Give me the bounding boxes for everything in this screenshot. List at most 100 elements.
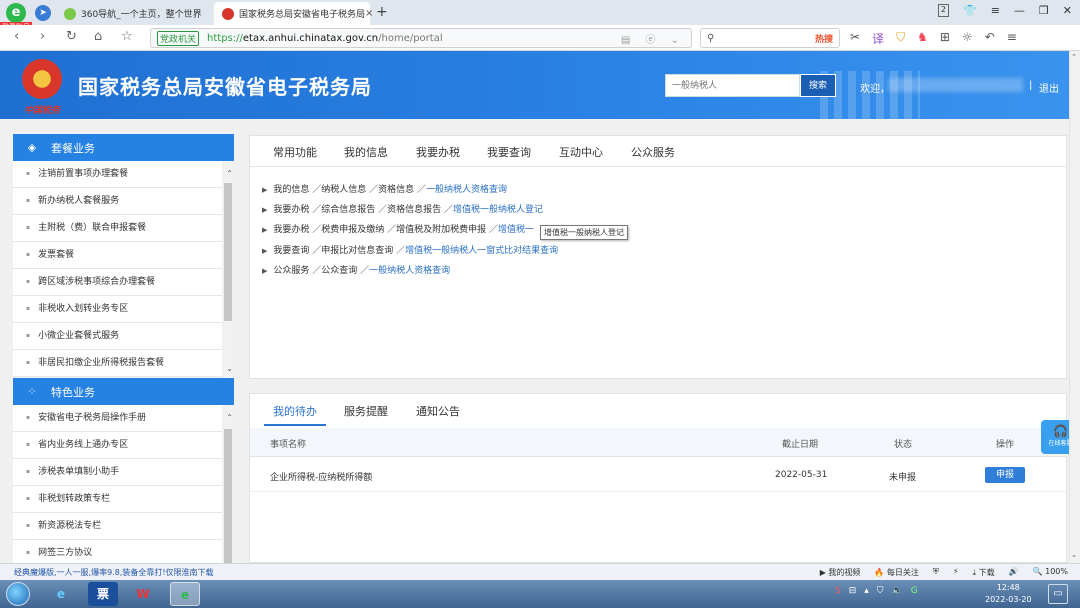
game-icon[interactable]: ♞ (917, 30, 928, 47)
news-ticker[interactable]: 经典魔爆版,一人一服,爆率9.8,装备全靠打!仅限淮南下载 (14, 567, 214, 578)
sidebar-item[interactable]: 安徽省电子税务局操作手册 (13, 405, 222, 432)
download-link[interactable]: ⤓ 下载 (973, 567, 995, 578)
shield-icon[interactable]: ⛉ (896, 30, 905, 47)
sidebar-item[interactable]: 省内业务线上通办专区 (13, 432, 222, 459)
tray-arrow-icon[interactable]: ▴ (864, 586, 869, 596)
sidebar-item[interactable]: 注销前置事项办理套餐 (13, 161, 222, 188)
sidebar-scrollbar[interactable]: ⌃ (222, 405, 234, 563)
shortcut-row: ▶ 我要办税 ／综合信息报告 ／资格信息报告 ／增值税一般纳税人登记 (262, 202, 543, 215)
close-window-icon[interactable]: ✕ (1063, 4, 1072, 17)
shortcut-link[interactable]: 一般纳税人资格查询 (369, 266, 450, 276)
shirt-icon[interactable]: 👕 (963, 4, 977, 17)
scrollbar-thumb[interactable] (224, 183, 232, 321)
address-bar[interactable]: 党政机关 https:// etax.anhui.chinatax.gov.cn… (150, 28, 692, 48)
sidebar-header-features[interactable]: ⁘ 特色业务 (13, 378, 234, 405)
sound-icon[interactable]: 🔊 (1009, 567, 1019, 578)
declare-button[interactable]: 申报 (985, 467, 1025, 483)
apps-grid-icon[interactable]: ⊞ (940, 30, 950, 47)
scroll-up-icon[interactable]: ⌃ (226, 413, 233, 422)
shield-status-icon[interactable]: ⛨ (933, 567, 939, 578)
scroll-up-icon[interactable]: ⌃ (1071, 53, 1077, 61)
tab-interaction[interactable]: 互动中心 (559, 144, 603, 160)
sidebar-scrollbar[interactable]: ⌃ ⌄ (222, 161, 234, 377)
my-videos-link[interactable]: ▶ 我的视频 (820, 567, 861, 578)
tab-360-navigation[interactable]: 360导航_一个主页，整个世界 (56, 2, 214, 25)
sidebar-item[interactable]: 非税收入划转业务专区 (13, 296, 222, 323)
tray-network-icon[interactable]: ⊟ (849, 586, 857, 596)
tab-query[interactable]: 我要查询 (487, 144, 531, 160)
restore-icon[interactable]: ❐ (1039, 4, 1049, 17)
sidebar-item[interactable]: 新资源税法专栏 (13, 513, 222, 540)
zoom-level[interactable]: 🔍 100% (1033, 567, 1068, 578)
shortcut-row: ▶ 我的信息 ／纳税人信息 ／资格信息 ／一般纳税人资格查询 (262, 182, 507, 195)
back-icon[interactable]: ‹ (14, 29, 19, 44)
sidebar-item[interactable]: 网签三方协议 (13, 540, 222, 563)
scroll-down-icon[interactable]: ⌄ (226, 364, 233, 373)
sidebar-item[interactable]: 主附税（费）联合申报套餐 (13, 215, 222, 242)
gov-badge: 党政机关 (157, 30, 200, 46)
notification-icon[interactable]: ▭ (1048, 584, 1068, 604)
tab-service-reminder[interactable]: 服务提醒 (344, 403, 388, 419)
home-icon[interactable]: ⌂ (94, 29, 102, 44)
tray-volume-icon[interactable]: 🔈 (892, 586, 903, 596)
sidebar-item[interactable]: 小微企业套餐式服务 (13, 323, 222, 350)
page-count-badge[interactable]: 2 (937, 4, 949, 17)
sidebar-item[interactable]: 非居民扣缴企业所得税报告套餐 (13, 350, 222, 377)
scissors-icon[interactable]: ✂ (850, 30, 860, 47)
hot-search-label[interactable]: 热搜 (815, 32, 833, 45)
browser-search-box[interactable]: ⚲ 热搜 (700, 28, 840, 48)
360-browser-taskbar-icon[interactable]: e (170, 582, 200, 606)
site-search-button[interactable]: 搜索 (800, 74, 836, 97)
page-scrollbar[interactable]: ⌃ ⌄ (1069, 51, 1080, 561)
tray-security-icon[interactable]: ⛉ (877, 586, 884, 596)
tab-anhui-etax[interactable]: 国家税务总局安徽省电子税务局 × (214, 2, 373, 25)
forward-icon[interactable]: › (40, 29, 45, 44)
ie-taskbar-icon[interactable]: e (46, 582, 76, 606)
translate-icon[interactable]: 译 (872, 30, 884, 47)
menu-icon[interactable]: ≡ (991, 4, 1000, 17)
tab-my-todo[interactable]: 我的待办 (273, 403, 317, 419)
scroll-down-icon[interactable]: ⌄ (1071, 551, 1077, 559)
sidebar-item[interactable]: 跨区域涉税事项综合办理套餐 (13, 269, 222, 296)
navigation-icon[interactable]: ➤ (35, 5, 51, 21)
tab-my-info[interactable]: 我的信息 (344, 144, 388, 160)
tab-tax-handling[interactable]: 我要办税 (416, 144, 460, 160)
sidebar-item[interactable]: 发票套餐 (13, 242, 222, 269)
360-favicon-icon (64, 7, 76, 20)
tab-close-icon[interactable]: × (365, 8, 373, 19)
bookmark-star-icon[interactable]: ☆ (121, 29, 133, 44)
logout-link[interactable]: 退出 (1039, 80, 1059, 95)
sidebar-item[interactable]: 涉税表单填制小助手 (13, 459, 222, 486)
undo-icon[interactable]: ↶ (985, 30, 995, 47)
minimize-icon[interactable]: — (1014, 4, 1025, 17)
sidebar-item[interactable]: 非税划转政策专栏 (13, 486, 222, 513)
sidebar-item[interactable]: 新办纳税人套餐服务 (13, 188, 222, 215)
site-search-input[interactable] (665, 74, 800, 97)
speed-icon[interactable]: ⚡ (953, 567, 959, 578)
scrollbar-thumb[interactable] (224, 429, 232, 563)
caret-right-icon: ▶ (262, 186, 268, 194)
shortcut-link[interactable]: 一般纳税人资格查询 (426, 185, 507, 195)
shortcut-link[interactable]: 增值税一般纳税人一窗式比对结果查询 (405, 246, 558, 256)
tab-common-functions[interactable]: 常用功能 (273, 144, 317, 160)
new-tab-button[interactable]: + (376, 4, 388, 20)
brightness-icon[interactable]: ☼ (962, 30, 973, 47)
wps-taskbar-icon[interactable]: W (128, 582, 158, 606)
sidebar-header-packages[interactable]: ◈ 套餐业务 (13, 134, 234, 161)
shortcut-row: ▶ 公众服务 ／公众查询 ／一般纳税人资格查询 (262, 263, 450, 276)
start-button-icon[interactable] (6, 582, 30, 606)
browser-menu-icon[interactable]: ≡ (1007, 30, 1017, 47)
tab-notices[interactable]: 通知公告 (416, 403, 460, 419)
tax-app-taskbar-icon[interactable]: 票 (88, 582, 118, 606)
shortcut-link[interactable]: 增值税一般纳税人登记 (453, 205, 543, 215)
tray-app-icon[interactable]: S (835, 586, 841, 596)
tab-public-service[interactable]: 公众服务 (631, 144, 675, 160)
tray-ime-icon[interactable]: G (911, 586, 918, 596)
refresh-icon[interactable]: ↻ (66, 29, 77, 44)
daily-focus-link[interactable]: 🔥 每日关注 (874, 567, 919, 578)
browser-logo-icon[interactable]: e (6, 3, 26, 23)
shortcut-link[interactable]: 增值税一 (498, 225, 534, 235)
address-tools-icon[interactable]: ▤ ⓔ ⌄ (621, 31, 685, 46)
scroll-up-icon[interactable]: ⌃ (226, 169, 233, 178)
system-clock[interactable]: 12:48 2022-03-20 (985, 582, 1032, 606)
